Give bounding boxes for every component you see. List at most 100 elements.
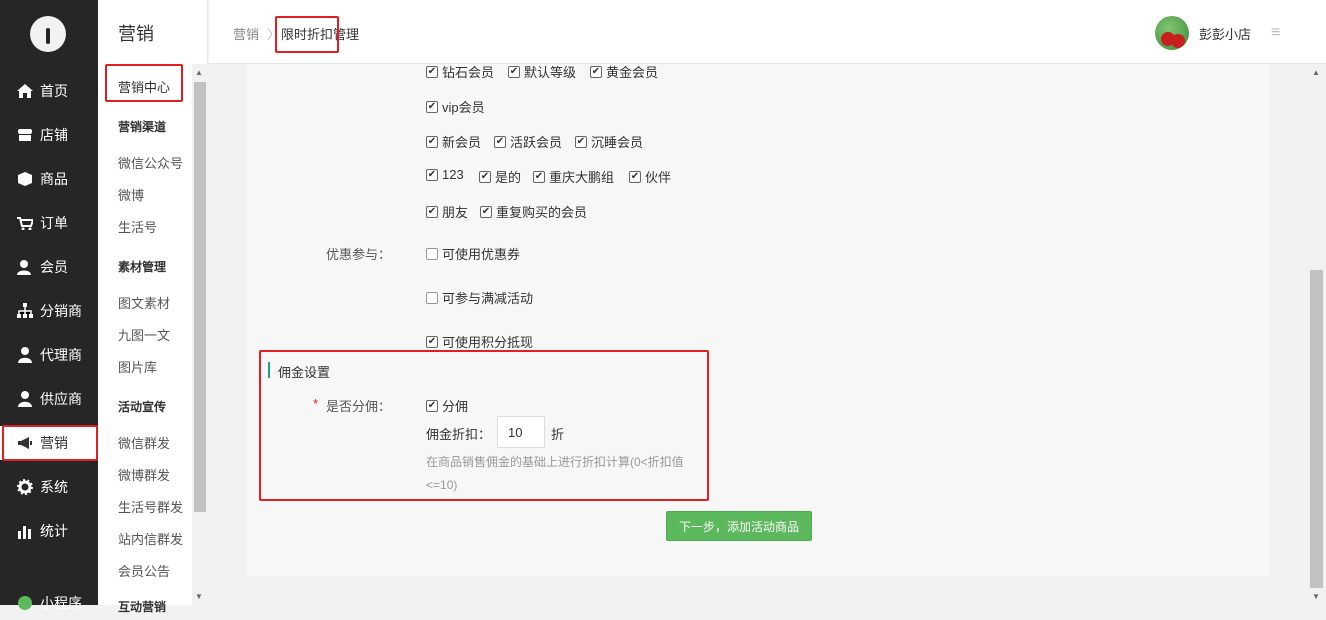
subnav-item[interactable]: 微博 (118, 185, 144, 204)
shop-name[interactable]: 彭彭小店 (1199, 24, 1251, 43)
checkbox-checked-icon: ✔ (533, 170, 545, 183)
level-label: 是的 (495, 170, 522, 185)
nav-item-supplier[interactable]: 供应商 (0, 382, 98, 416)
main-nav: 首页 店铺 商品 订单 会员 分销商 代理商 供应商 营销 系统 统计 小程序 (0, 0, 98, 611)
member-icon (16, 258, 34, 276)
level-option[interactable]: ✔ 沉睡会员 (575, 132, 643, 151)
checkbox-checked-icon: ✔ (426, 335, 438, 348)
checkbox-icon (426, 247, 438, 260)
level-option[interactable]: ✔ 钻石会员 (426, 62, 494, 81)
subnav-item[interactable]: 图片库 (118, 357, 157, 376)
menu-icon[interactable]: ≡ (1271, 24, 1280, 42)
option-label: 可参与满减活动 (442, 291, 534, 306)
level-option[interactable]: ✔ vip会员 (426, 97, 485, 116)
nav-item-store[interactable]: 店铺 (0, 118, 98, 152)
checkbox-checked-icon: ✔ (426, 100, 438, 113)
subnav-item[interactable]: 微信公众号 (118, 153, 183, 172)
nav-label: 订单 (40, 215, 68, 231)
next-step-button[interactable]: 下一步，添加活动商品 (666, 511, 812, 541)
sitemap-icon (16, 302, 34, 320)
nav-label: 代理商 (40, 347, 82, 363)
level-label: 重庆大鹏组 (549, 170, 615, 185)
stats-icon (16, 522, 34, 540)
level-option[interactable]: ✔ 重复购买的会员 (480, 202, 587, 221)
subnav-item[interactable]: 微信群发 (118, 433, 170, 452)
subnav-title: 营销 (118, 24, 154, 44)
level-option[interactable]: ✔ 123 (426, 167, 464, 182)
scroll-up-arrow-icon[interactable]: ▲ (195, 68, 203, 77)
level-label: 123 (442, 167, 464, 182)
checkbox-checked-icon: ✔ (629, 170, 641, 183)
nav-item-system[interactable]: 系统 (0, 470, 98, 504)
points-option[interactable]: ✔ 可使用积分抵现 (426, 332, 533, 351)
checkbox-checked-icon: ✔ (508, 65, 520, 78)
subnav-item[interactable]: 九图一文 (118, 325, 170, 344)
nav-item-stats[interactable]: 统计 (0, 514, 98, 548)
level-option[interactable]: ✔ 黄金会员 (590, 62, 658, 81)
nav-label: 商品 (40, 171, 68, 187)
page-scrollbar-thumb[interactable] (1310, 270, 1323, 588)
subnav-item[interactable]: 会员公告 (118, 561, 170, 580)
subnav-item[interactable]: 站内信群发 (118, 529, 183, 548)
checkbox-checked-icon: ✔ (575, 135, 587, 148)
nav-label: 系统 (40, 479, 68, 495)
nav-item-home[interactable]: 首页 (0, 74, 98, 108)
level-label: 伙伴 (645, 170, 672, 185)
discount-label: 优惠参与： (326, 247, 392, 262)
subnav-group-head: 营销渠道 (118, 120, 167, 134)
checkbox-checked-icon: ✔ (426, 65, 438, 78)
subnav-item[interactable]: 图文素材 (118, 293, 170, 312)
checkbox-checked-icon: ✔ (426, 168, 438, 181)
avatar[interactable] (1155, 16, 1189, 50)
scroll-down-arrow-icon[interactable]: ▼ (195, 592, 203, 601)
nav-label: 分销商 (40, 303, 82, 319)
highlight-box (105, 64, 183, 102)
checkbox-checked-icon: ✔ (426, 205, 438, 218)
level-label: 钻石会员 (442, 65, 495, 80)
level-label: 默认等级 (524, 65, 577, 80)
nav-label: 小程序 (40, 595, 82, 611)
level-option[interactable]: ✔ 是的 (479, 167, 521, 186)
nav-item-member[interactable]: 会员 (0, 250, 98, 284)
checkbox-checked-icon: ✔ (479, 170, 491, 183)
nav-item-goods[interactable]: 商品 (0, 162, 98, 196)
level-option[interactable]: ✔ 新会员 (426, 132, 481, 151)
nav-label: 首页 (40, 83, 68, 99)
highlight-box (2, 425, 98, 461)
level-option[interactable]: ✔ 重庆大鹏组 (533, 167, 614, 186)
level-option[interactable]: ✔ 默认等级 (508, 62, 576, 81)
box-icon (16, 170, 34, 188)
home-icon (16, 82, 34, 100)
level-label: 朋友 (442, 205, 469, 220)
nav-label: 供应商 (40, 391, 82, 407)
scroll-up-arrow-icon[interactable]: ▲ (1312, 68, 1320, 77)
checkbox-checked-icon: ✔ (426, 135, 438, 148)
level-option[interactable]: ✔ 伙伴 (629, 167, 671, 186)
logo[interactable] (30, 16, 66, 52)
checkbox-checked-icon: ✔ (494, 135, 506, 148)
level-label: 黄金会员 (606, 65, 659, 80)
subnav-group-head: 素材管理 (118, 260, 167, 274)
subnav-scrollbar-thumb[interactable] (194, 82, 206, 512)
full-reduction-option[interactable]: 可参与满减活动 (426, 288, 533, 307)
level-option[interactable]: ✔ 朋友 (426, 202, 468, 221)
nav-label: 统计 (40, 523, 68, 539)
nav-item-agent[interactable]: 代理商 (0, 338, 98, 372)
level-label: 新会员 (442, 135, 482, 150)
nav-item-distributor[interactable]: 分销商 (0, 294, 98, 328)
breadcrumb-root[interactable]: 营销 (233, 24, 259, 43)
coupon-option[interactable]: 可使用优惠券 (426, 244, 520, 263)
nav-label: 会员 (40, 259, 68, 275)
level-option[interactable]: ✔ 活跃会员 (494, 132, 562, 151)
nav-label: 店铺 (40, 127, 68, 143)
agent-icon (16, 346, 34, 364)
nav-item-order[interactable]: 订单 (0, 206, 98, 240)
subnav-group-head: 活动宣传 (118, 400, 167, 414)
nav-item-miniapp[interactable]: 小程序 (0, 586, 98, 620)
scroll-down-arrow-icon[interactable]: ▼ (1312, 592, 1320, 601)
highlight-box (259, 350, 709, 501)
subnav-item[interactable]: 微博群发 (118, 465, 170, 484)
checkbox-icon (426, 291, 438, 304)
subnav-item[interactable]: 生活号 (118, 217, 157, 236)
subnav-item[interactable]: 生活号群发 (118, 497, 183, 516)
